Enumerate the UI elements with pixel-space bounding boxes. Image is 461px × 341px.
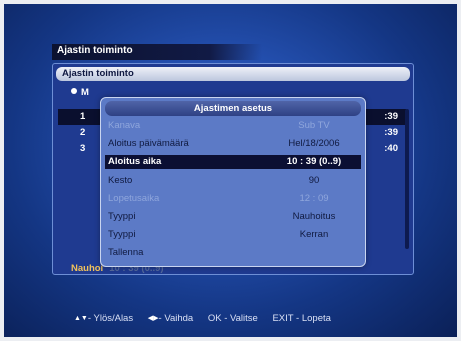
- field-repeat[interactable]: Tyyppi Kerran: [105, 228, 361, 242]
- left-right-arrows-icon: ◀▶: [147, 315, 159, 322]
- field-value: Sub TV: [298, 120, 330, 131]
- field-label: Aloitus aika: [108, 156, 162, 167]
- help-bar: ▲▼- Ylös/Alas ◀▶- Vaihda OK - Valitse EX…: [74, 313, 343, 324]
- help-change-label: - Vaihda: [158, 313, 194, 324]
- field-value: 12 : 09: [299, 193, 329, 204]
- timer-number: 1: [80, 111, 86, 122]
- scrollbar[interactable]: [405, 109, 409, 249]
- timer-number: 3: [80, 143, 86, 154]
- timer-settings-dialog: Ajastimen asetus Kanava Sub TV Aloitus p…: [100, 97, 366, 267]
- dialog-title: Ajastimen asetus: [105, 101, 361, 116]
- field-label: Lopetusaika: [108, 193, 160, 204]
- list-header: Ajastin toiminto: [56, 67, 410, 81]
- timer-number: 2: [80, 127, 86, 138]
- field-label: Tallenna: [108, 247, 144, 258]
- field-label: Tyyppi: [108, 229, 136, 240]
- field-channel: Kanava Sub TV: [105, 119, 361, 133]
- help-change: ◀▶- Vaihda: [148, 313, 193, 324]
- field-label: Kanava: [108, 120, 141, 131]
- field-value: 10 : 39 (0..9): [286, 156, 342, 167]
- field-start-date[interactable]: Aloitus päivämäärä Hel/18/2006: [105, 137, 361, 151]
- timer-time: :39: [384, 127, 398, 138]
- field-label: Tyyppi: [108, 211, 136, 222]
- field-value: 90: [308, 175, 320, 186]
- mode-row[interactable]: M: [71, 87, 89, 98]
- timer-time: :39: [384, 111, 398, 122]
- field-value: Hel/18/2006: [288, 138, 340, 149]
- help-exit: EXIT - Lopeta: [272, 313, 331, 324]
- field-value: Kerran: [299, 229, 329, 240]
- list-header-label: Ajastin toiminto: [62, 68, 134, 79]
- status-text: Nauhoi: [71, 263, 104, 274]
- timer-time: :40: [384, 143, 398, 154]
- field-value: Nauhoitus: [292, 211, 336, 222]
- field-label: Kesto: [108, 175, 133, 186]
- save-button[interactable]: Tallenna: [105, 246, 361, 260]
- field-type[interactable]: Tyyppi Nauhoitus: [105, 210, 361, 224]
- help-updown: ▲▼- Ylös/Alas: [74, 313, 133, 324]
- bullet-icon: [71, 88, 77, 94]
- field-end-time: Lopetusaika 12 : 09: [105, 192, 361, 206]
- up-down-arrows-icon: ▲▼: [74, 315, 88, 322]
- field-start-time[interactable]: Aloitus aika 10 : 39 (0..9): [105, 155, 361, 169]
- field-label: Aloitus päivämäärä: [108, 138, 189, 149]
- help-updown-label: - Ylös/Alas: [87, 313, 134, 324]
- field-duration[interactable]: Kesto 90: [105, 174, 361, 188]
- mode-text: M: [81, 87, 89, 98]
- title-strip: Ajastin toiminto: [52, 44, 262, 60]
- page-title: Ajastin toiminto: [57, 45, 133, 56]
- help-ok: OK - Valitse: [207, 313, 258, 324]
